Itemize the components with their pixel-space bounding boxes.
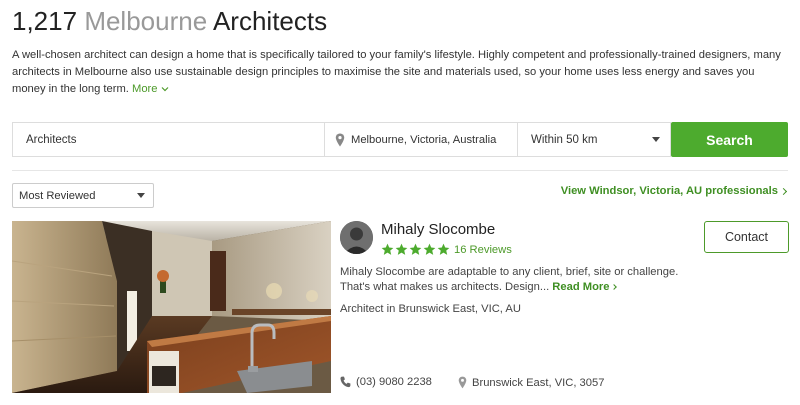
map-pin-icon (458, 376, 467, 389)
location-value: Melbourne, Victoria, Australia (351, 133, 497, 146)
professional-name[interactable]: Mihaly Slocombe (381, 221, 495, 238)
radius-value: Within 50 km (531, 133, 598, 146)
rating-stars: 16 Reviews (381, 243, 512, 256)
category-description: A well-chosen architect can design a hom… (12, 47, 788, 98)
category-name: Architects (212, 6, 328, 36)
search-bar: Architects Melbourne, Victoria, Australi… (12, 122, 788, 157)
keyword-input[interactable]: Architects (12, 122, 324, 157)
read-more-link[interactable]: Read More (552, 281, 617, 293)
star-icon (423, 243, 436, 255)
map-pin-icon (335, 133, 345, 147)
result-count: 1,217 (12, 6, 78, 36)
caret-down-icon (137, 193, 145, 198)
interior-photo-image (12, 221, 331, 393)
star-icon (409, 243, 422, 255)
caret-down-icon (652, 137, 660, 142)
chevron-down-icon (161, 87, 169, 92)
contact-button[interactable]: Contact (704, 221, 789, 253)
phone-icon (340, 376, 351, 388)
more-link[interactable]: More (132, 83, 169, 95)
more-label[interactable]: More (132, 83, 158, 95)
listing-blurb: Mihaly Slocombe are adaptable to any cli… (340, 265, 700, 294)
chevron-right-icon (779, 187, 788, 195)
sort-value: Most Reviewed (19, 189, 96, 202)
address-value: Brunswick East, VIC, 3057 (472, 376, 605, 389)
blurb-text: Mihaly Slocombe are adaptable to any cli… (340, 266, 679, 293)
star-icon (395, 243, 408, 255)
description-text: A well-chosen architect can design a hom… (12, 49, 781, 95)
read-more-label[interactable]: Read More (552, 281, 609, 293)
phone-number[interactable]: (03) 9080 2238 (340, 376, 432, 388)
page-title: 1,217 Melbourne Architects (12, 6, 327, 37)
search-button[interactable]: Search (671, 122, 788, 157)
chevron-right-icon (610, 283, 617, 290)
radius-select[interactable]: Within 50 km (517, 122, 671, 157)
listing-address: Brunswick East, VIC, 3057 (458, 376, 604, 389)
listing-location: Architect in Brunswick East, VIC, AU (340, 303, 521, 315)
profile-photo-image (340, 221, 373, 254)
keyword-value: Architects (26, 133, 77, 146)
search-button-label: Search (706, 131, 753, 148)
listing-photo[interactable] (12, 221, 331, 393)
view-link-label: View Windsor, Victoria, AU professionals (560, 185, 778, 197)
sort-select[interactable]: Most Reviewed (12, 183, 154, 208)
divider (12, 170, 788, 171)
star-icon (381, 243, 394, 255)
contact-label: Contact (724, 230, 769, 244)
location-input[interactable]: Melbourne, Victoria, Australia (324, 122, 517, 157)
view-nearby-link[interactable]: View Windsor, Victoria, AU professionals (560, 185, 788, 197)
reviews-link[interactable]: 16 Reviews (454, 244, 512, 256)
phone-value: (03) 9080 2238 (356, 376, 432, 388)
city-name: Melbourne (84, 6, 208, 36)
star-icon (437, 243, 450, 255)
avatar[interactable] (340, 221, 373, 254)
